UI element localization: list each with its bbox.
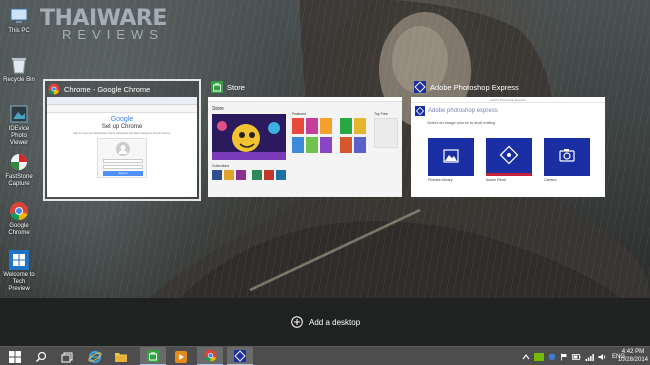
desktop-icon-recycle-bin[interactable]: Recycle Bin [2,55,36,84]
add-desktop-button[interactable]: Add a desktop [291,316,360,328]
window-caption: Adobe Photoshop Express [411,97,605,103]
chevron-up-icon[interactable] [522,353,530,361]
photoshop-express-icon [234,349,246,362]
task-view-icon [61,352,73,362]
store-header: Store [212,106,224,112]
sign-in-button[interactable]: Sign in [103,171,143,176]
battery-icon[interactable] [572,353,581,361]
volume-icon[interactable] [598,353,607,361]
google-logo: Google [110,116,134,123]
section-featured: Featured [292,112,307,116]
chrome-icon [10,202,28,221]
store-preview: Store Featured Top Free Collections [208,97,402,197]
desktop-icon-faststone[interactable]: FastStone Capture [2,152,36,188]
section-collections: Collections [212,164,230,168]
section-top-free: Top Free [374,112,388,116]
search-button[interactable] [28,347,54,365]
store-hero-tile [212,114,286,160]
pictures-icon [443,149,459,163]
clock-date: 10/28/2014 [617,357,648,363]
desktop-icon-tech-preview[interactable]: Welcome to Tech Preview [2,250,36,293]
tile-label: Adobe Revel [486,178,507,182]
photoshop-preview: Adobe Photoshop Express Adobe photoshop … [411,97,605,197]
email-field[interactable] [103,159,143,163]
store-icon [147,349,159,362]
window-title: Adobe Photoshop Express [430,82,519,92]
tile-label: Camera [544,178,557,182]
search-icon [36,351,47,362]
desktop-icon-photo-viewer[interactable]: IDEvice Photo Viewer [2,104,36,147]
flag-icon[interactable] [560,353,568,361]
photoshop-express-icon [415,106,425,116]
brand-name: Adobe photoshop express [428,108,498,114]
clock[interactable]: 4:42 PM 10/28/2014 [618,348,648,364]
desktop-icon-chrome[interactable]: Google Chrome [2,201,36,237]
shield-icon[interactable] [548,353,556,361]
window-title-bar: Chrome - Google Chrome [45,81,199,97]
start-button[interactable] [2,347,28,365]
revel-icon [499,145,519,165]
window-thumbnail-chrome[interactable]: Chrome - Google Chrome Google Set up Chr… [43,79,201,201]
window-title-bar: Store [208,79,402,95]
chrome-icon [204,349,216,362]
chrome-icon [48,83,60,95]
watermark-subtitle: REVIEWS [62,27,164,42]
game-art [212,121,286,160]
desktop-icon-label: IDEvice Photo Viewer [8,126,30,146]
camera-icon [559,149,575,162]
password-field[interactable] [103,165,143,169]
source-prompt: Select an image source to start editing [427,120,496,125]
task-view-button[interactable] [54,347,80,365]
network-icon[interactable] [585,353,594,361]
store-icon [211,81,223,93]
chrome-setup-subtext: Sign in to get your bookmarks, history, … [73,132,171,135]
windows-logo-icon [9,250,29,270]
desktop-icon-label: Google Chrome [8,223,30,236]
taskbar-photoshop-express[interactable] [227,347,253,365]
window-title: Store [227,82,245,92]
desktop-icon-this-pc[interactable]: This PC [2,6,36,35]
window-thumbnail-photoshop-express[interactable]: Adobe Photoshop Express Adobe Photoshop … [411,79,605,197]
computer-icon [10,8,28,23]
media-player-icon [175,350,187,363]
taskbar-store[interactable] [140,347,166,365]
taskbar-file-explorer[interactable] [108,347,134,365]
tile-adobe-revel[interactable] [486,138,532,176]
taskbar-media-player[interactable] [168,347,194,365]
tile-camera[interactable] [544,138,590,176]
windows-logo-icon [9,350,21,363]
tile-label: Pictures Library [428,178,453,182]
avatar [116,142,130,156]
desktop-icon-label: This PC [8,28,30,34]
folder-icon [115,352,127,362]
tile-pictures-library[interactable] [428,138,474,176]
chrome-preview: Google Set up Chrome Sign in to get your… [47,97,197,197]
desktop-icon-label: Recycle Bin [3,77,35,83]
desktop-icon-label: FastStone Capture [5,174,33,187]
nvidia-icon[interactable] [534,352,544,361]
brand-header: Adobe photoshop express [415,106,498,116]
taskbar-internet-explorer[interactable] [82,347,108,365]
taskbar-chrome[interactable] [197,347,223,365]
photo-viewer-icon [10,105,28,123]
clock-time: 4:42 PM [621,349,645,355]
window-title: Chrome - Google Chrome [64,84,151,94]
internet-explorer-icon [88,350,102,363]
window-thumbnail-store[interactable]: Store Store Featured Top Free Collection… [208,79,402,197]
chrome-signin-card: Sign in [97,138,147,178]
chrome-setup-heading: Set up Chrome [101,124,143,130]
thaiware-watermark: THAIWARE REVIEWS [40,6,167,42]
desktop-icon-label: Welcome to Tech Preview [3,272,35,292]
faststone-capture-icon [11,154,27,170]
system-tray: ENG [522,347,625,365]
add-desktop-label: Add a desktop [309,317,361,327]
taskbar: ENG 4:42 PM 10/28/2014 [0,346,650,365]
photoshop-express-icon [414,81,426,93]
plus-icon [291,316,303,328]
recycle-bin-icon [12,58,26,74]
window-title-bar: Adobe Photoshop Express [411,79,605,95]
